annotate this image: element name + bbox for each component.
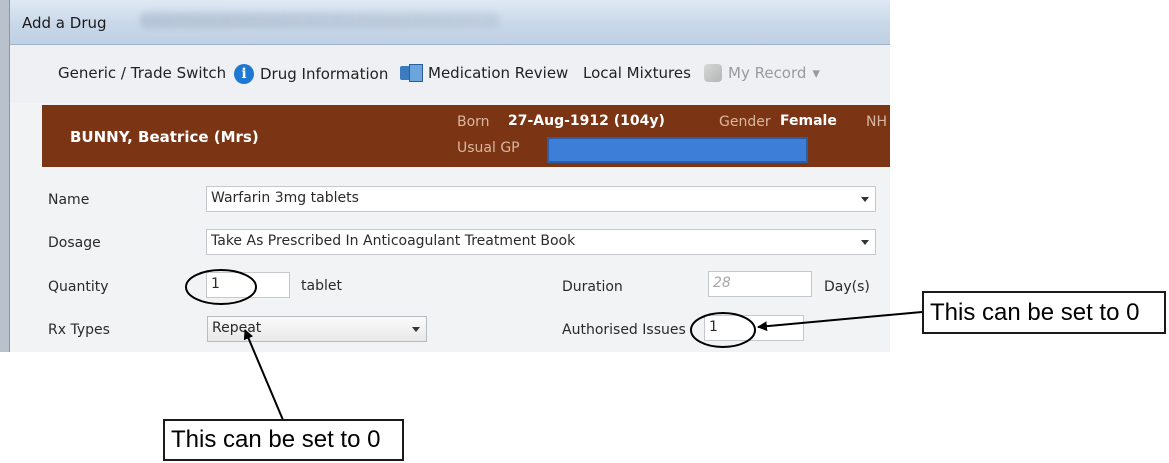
bottom-annotation-arrow xyxy=(243,329,284,421)
issues-highlight-ellipse xyxy=(690,312,756,348)
annotation-note-bottom: This can be set to 0 xyxy=(163,419,404,461)
annotation-overlay xyxy=(185,269,923,421)
annotation-note-right: This can be set to 0 xyxy=(922,291,1166,334)
right-annotation-arrow xyxy=(757,311,923,332)
quantity-highlight-ellipse xyxy=(185,269,257,305)
